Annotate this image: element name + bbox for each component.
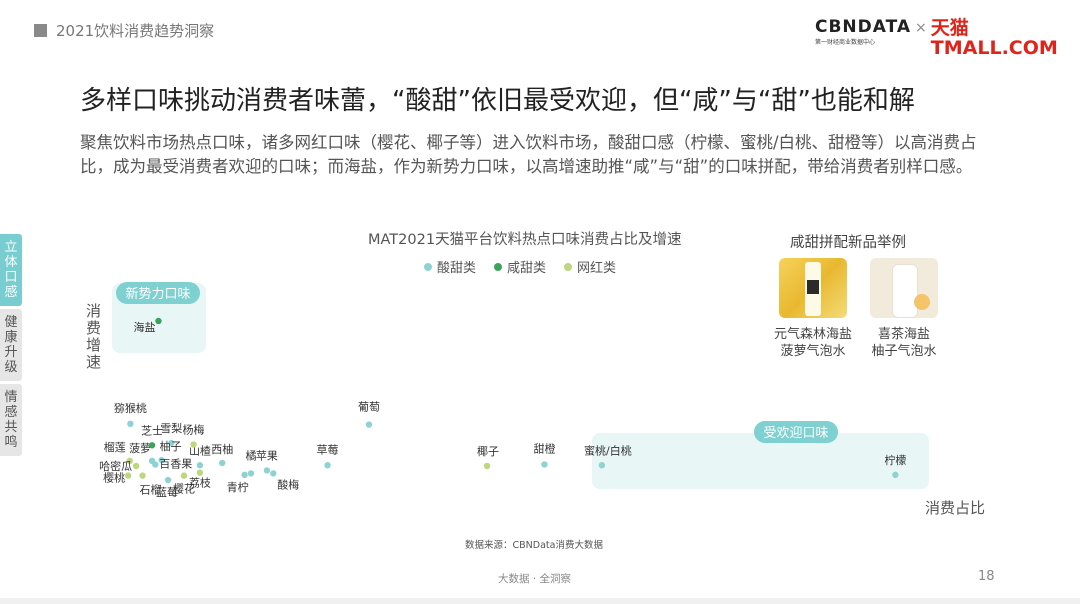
popular-tag-label: 受欢迎口味 (763, 426, 828, 441)
point-label-百香果: 百香果 (159, 458, 192, 471)
point-山楂 (196, 462, 204, 469)
point-青柠 (241, 471, 248, 479)
point-蓝莓 (164, 476, 172, 484)
point-label-蜜桃/白桃: 蜜桃/白桃 (584, 443, 632, 457)
point-苹果 (263, 467, 271, 474)
point-label-酸梅: 酸梅 (277, 477, 299, 491)
page-number: 18 (978, 569, 995, 584)
point-芝士 (148, 442, 156, 449)
point-label-猕猴桃: 猕猴桃 (114, 401, 147, 415)
point-樱花 (180, 472, 188, 479)
point-甜橙 (541, 461, 548, 468)
product-card-pineapple: 元气森林海盐 菠萝气泡水 (768, 258, 858, 360)
point-label-青柠: 青柠 (227, 480, 249, 494)
point-草莓 (324, 462, 331, 469)
point-label-甜橙: 甜橙 (533, 442, 555, 456)
point-海盐 (155, 317, 162, 325)
point-label-葡萄: 葡萄 (358, 401, 380, 414)
grapefruit-drink-image (870, 258, 938, 318)
point-葡萄 (365, 421, 373, 428)
point-label-芝士: 芝士 (141, 424, 163, 437)
bottom-band (0, 598, 1080, 604)
point-蜜桃/白桃 (598, 462, 606, 469)
point-label-荔枝: 荔枝 (189, 476, 211, 490)
point-柠檬 (892, 471, 899, 479)
product-card-grapefruit: 喜茶海盐 柚子气泡水 (862, 258, 946, 360)
point-label-苹果: 苹果 (256, 448, 278, 462)
footer-slogan: 大数据 · 全洞察 (498, 573, 572, 585)
point-label-海盐: 海盐 (133, 320, 155, 334)
point-label-橘: 橘 (245, 449, 256, 462)
point-label-西柚: 西柚 (211, 442, 233, 456)
point-西柚 (219, 459, 226, 467)
point-label-榴莲: 榴莲 (104, 440, 126, 454)
point-猕猴桃 (127, 420, 134, 428)
point-石榴 (139, 472, 146, 479)
point-label-石榴: 石榴 (140, 483, 162, 497)
point-百香果 (152, 461, 159, 468)
new-power-tag-label: 新势力口味 (125, 286, 190, 302)
point-橘 (247, 470, 255, 477)
product-name-grapefruit: 喜茶海盐 柚子气泡水 (871, 327, 937, 359)
point-荔枝 (196, 469, 204, 476)
pineapple-drink-image (779, 258, 847, 318)
point-label-樱桃: 樱桃 (103, 471, 125, 485)
point-酸梅 (270, 470, 277, 477)
point-label-杨梅: 杨梅 (183, 423, 205, 437)
point-label-雪梨: 雪梨 (160, 421, 182, 435)
point-哈密瓜 (132, 462, 140, 470)
point-label-柚子: 柚子 (160, 439, 182, 453)
point-label-菠萝: 菠萝 (129, 442, 151, 455)
data-source-note: 数据来源：CBNData消费大数据 (465, 540, 603, 551)
point-label-柠檬: 柠檬 (884, 453, 906, 467)
point-杨梅 (190, 441, 197, 448)
product-name-pineapple: 元气森林海盐 菠萝气泡水 (773, 327, 852, 359)
point-椰子 (483, 462, 491, 470)
point-label-椰子: 椰子 (477, 444, 499, 458)
point-label-草莓: 草莓 (317, 443, 339, 456)
point-樱桃 (124, 472, 132, 479)
product-examples-title: 咸甜拼配新品举例 (790, 235, 906, 251)
